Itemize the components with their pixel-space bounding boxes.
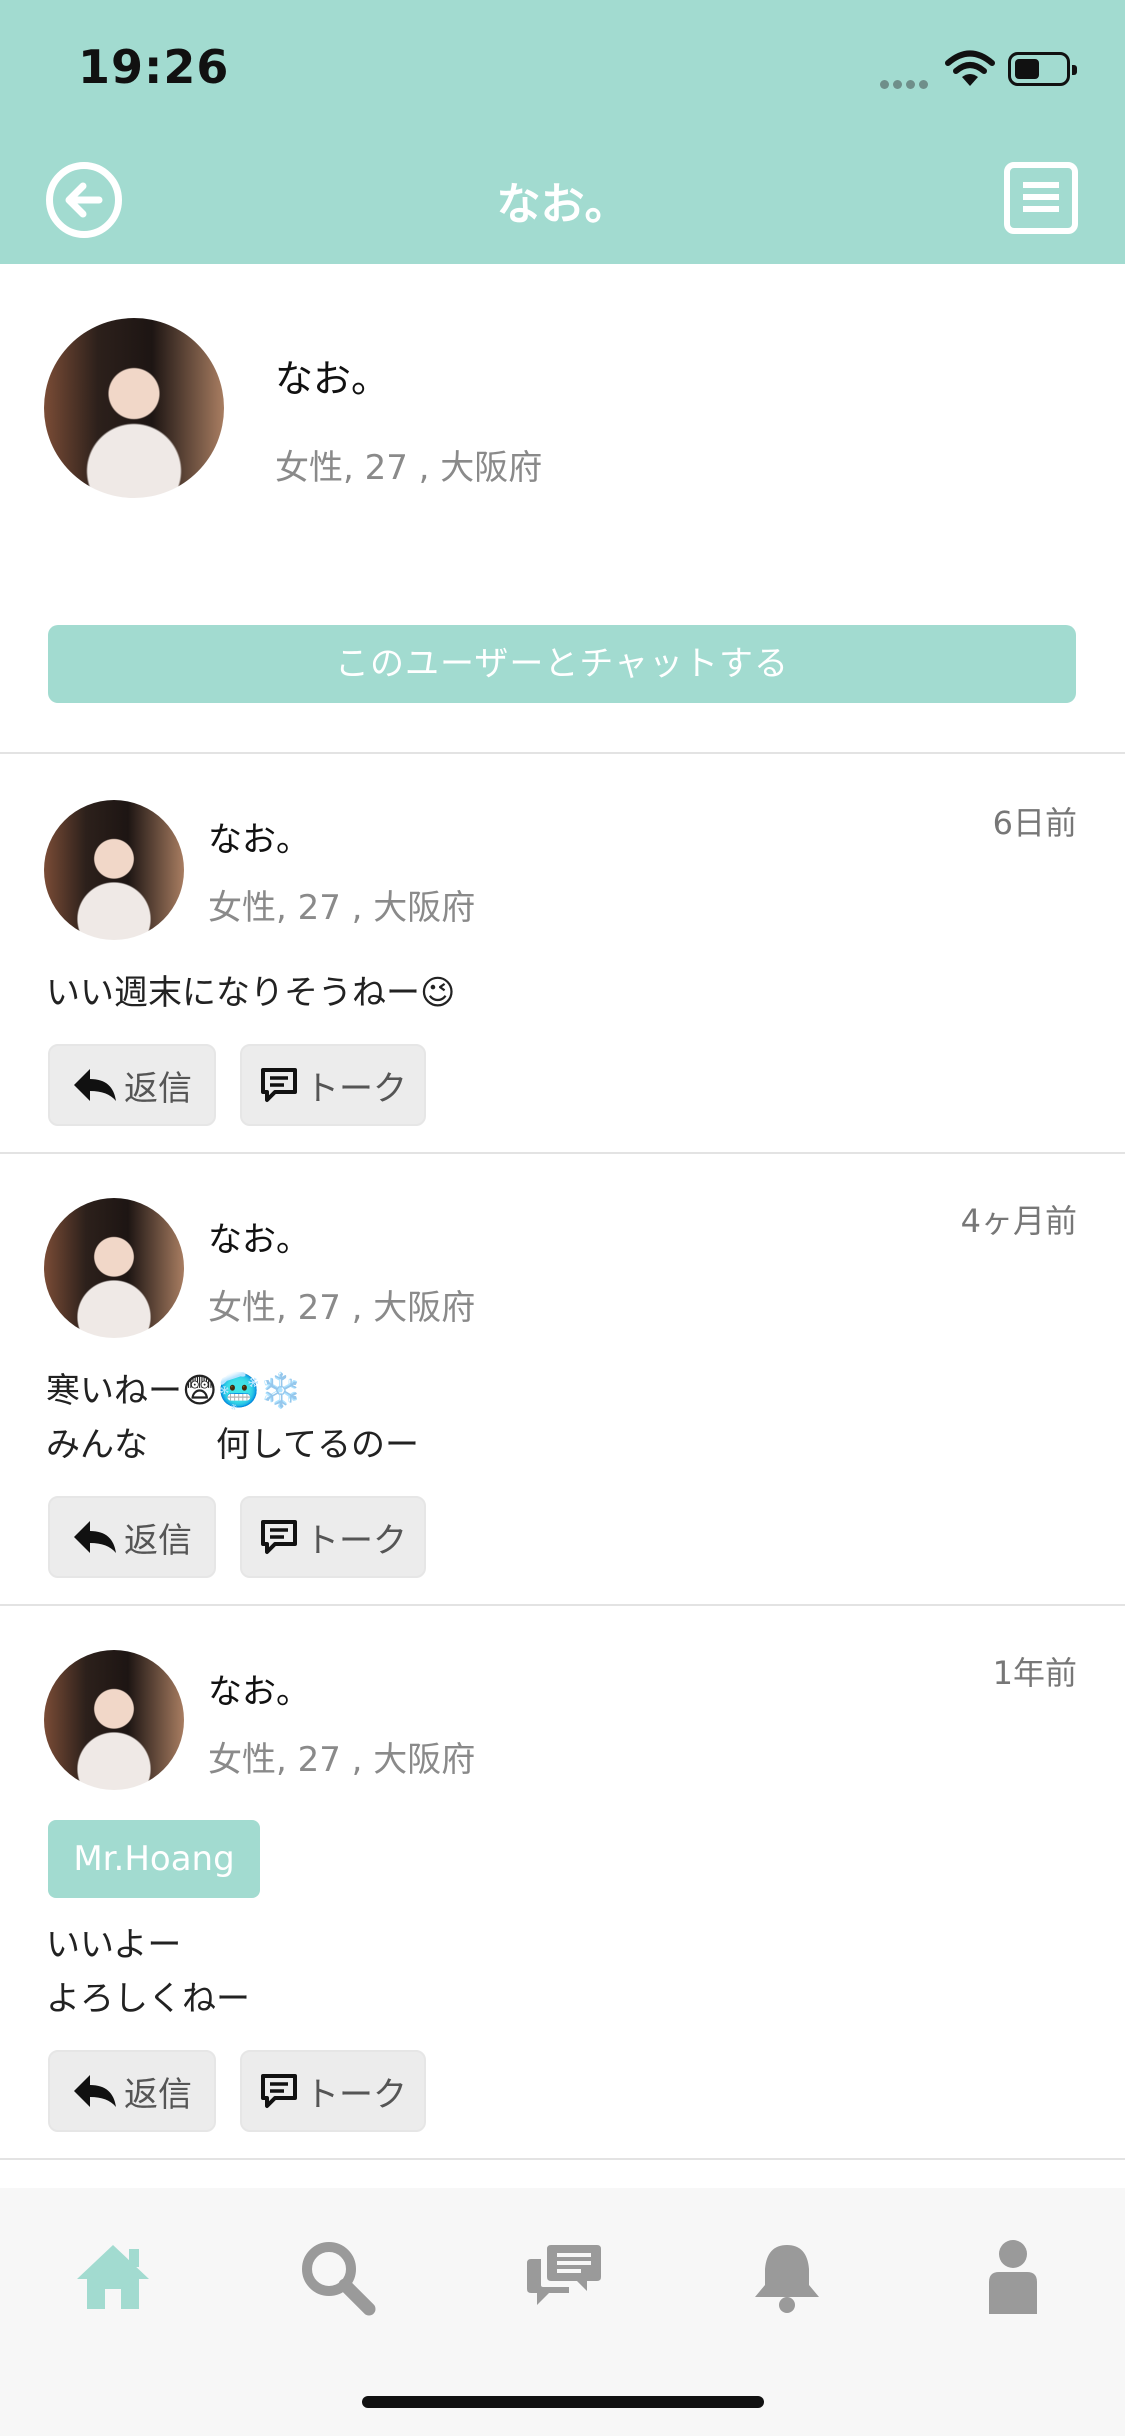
profile-name: なお。 [275, 357, 390, 401]
chat-bubble-icon [261, 1520, 297, 1554]
talk-label: トーク [305, 1068, 407, 1109]
chat-bubble-icon [261, 1068, 297, 1102]
tab-search[interactable] [292, 2232, 382, 2322]
reply-label: 返信 [124, 1068, 192, 1109]
post-body: 寒いねー😨🥶❄️ みんな 何してるのー [46, 1371, 419, 1465]
profile-avatar[interactable] [44, 318, 224, 498]
divider [0, 752, 1125, 754]
post-timestamp: 4ヶ月前 [960, 1202, 1077, 1240]
reply-arrow-icon [74, 2075, 116, 2107]
post-body: いい週末になりそうねー😉 [46, 973, 456, 1013]
talk-button[interactable]: トーク [240, 1044, 426, 1126]
home-indicator [362, 2396, 764, 2408]
bell-icon [755, 2245, 819, 2313]
tab-notifications[interactable] [742, 2232, 832, 2322]
post-avatar[interactable] [44, 800, 184, 940]
reply-label: 返信 [124, 2074, 192, 2115]
divider [0, 1152, 1125, 1154]
post-author-meta: 女性, 27 , 大阪府 [208, 1288, 476, 1328]
reply-arrow-icon [74, 1521, 116, 1553]
wifi-icon [945, 50, 995, 86]
tab-chat[interactable] [518, 2232, 608, 2322]
talk-label: トーク [305, 2074, 407, 2115]
mention-tag[interactable]: Mr.Hoang [48, 1820, 260, 1898]
reply-button[interactable]: 返信 [48, 2050, 216, 2132]
reply-arrow-icon [74, 1069, 116, 1101]
post-timestamp: 6日前 [992, 804, 1077, 842]
cellular-signal-icon [880, 74, 936, 89]
chat-icon [527, 2245, 601, 2305]
post-avatar[interactable] [44, 1650, 184, 1790]
divider [0, 1604, 1125, 1606]
profile-meta: 女性, 27 , 大阪府 [275, 448, 543, 488]
chat-with-user-button[interactable]: このユーザーとチャットする [48, 625, 1076, 703]
home-icon [77, 2245, 149, 2309]
tab-profile[interactable] [968, 2232, 1058, 2322]
post-avatar[interactable] [44, 1198, 184, 1338]
battery-icon [1008, 52, 1077, 86]
person-icon [989, 2240, 1037, 2314]
talk-label: トーク [305, 1520, 407, 1561]
reply-button[interactable]: 返信 [48, 1496, 216, 1578]
talk-button[interactable]: トーク [240, 2050, 426, 2132]
post-body: いいよー よろしくねー [46, 1925, 250, 2019]
post-author-meta: 女性, 27 , 大阪府 [208, 1740, 476, 1780]
status-time: 19:26 [78, 40, 230, 94]
page-title: なお。 [496, 179, 629, 230]
search-icon [302, 2242, 376, 2316]
post-author-name: なお。 [208, 820, 310, 860]
reply-button[interactable]: 返信 [48, 1044, 216, 1126]
post-author-name: なお。 [208, 1220, 310, 1260]
divider [0, 2158, 1125, 2160]
menu-button[interactable] [1004, 162, 1078, 234]
chat-bubble-icon [261, 2074, 297, 2108]
post-author-meta: 女性, 27 , 大阪府 [208, 888, 476, 928]
tab-home[interactable] [68, 2232, 158, 2322]
post-timestamp: 1年前 [992, 1654, 1077, 1692]
reply-label: 返信 [124, 1520, 192, 1561]
talk-button[interactable]: トーク [240, 1496, 426, 1578]
post-author-name: なお。 [208, 1672, 310, 1712]
